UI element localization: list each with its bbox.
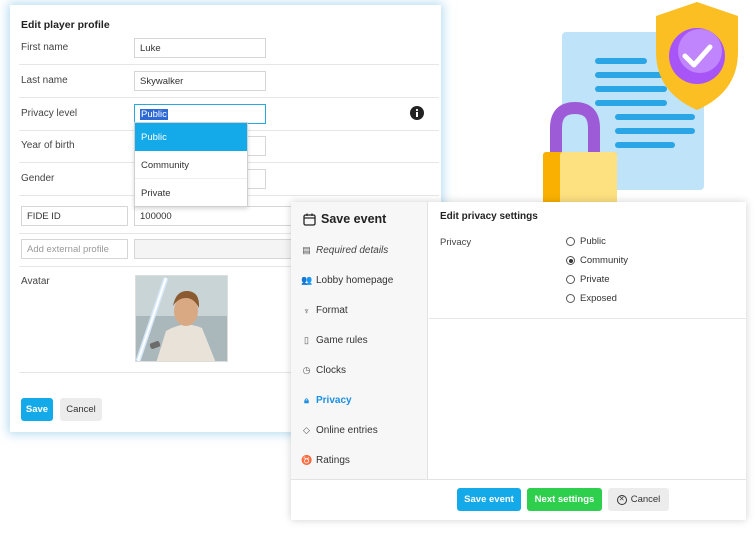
cancel-event-button[interactable]: ✕ Cancel (608, 488, 669, 511)
privacy-level-label: Privacy level (21, 108, 78, 119)
external-profile-url-input[interactable] (134, 239, 304, 259)
sidebar-item-format[interactable]: ♆ Format (301, 305, 348, 316)
radio-circle[interactable] (566, 237, 575, 246)
divider (19, 97, 439, 98)
clock-icon: ◷ (302, 365, 311, 375)
trophy-icon: ♆ (303, 305, 310, 316)
sidebar-item-lobby-homepage[interactable]: 👥 Lobby homepage (301, 275, 393, 286)
radio-exposed[interactable]: Exposed (566, 293, 617, 304)
event-sidebar-title: Save event (303, 212, 386, 226)
next-settings-button[interactable]: Next settings (527, 488, 602, 511)
info-icon[interactable] (410, 106, 424, 120)
external-profile-input[interactable]: Add external profile (21, 239, 128, 259)
fide-id-field[interactable]: FIDE ID (21, 206, 128, 226)
year-of-birth-label: Year of birth (21, 140, 75, 151)
sidebar-item-clocks[interactable]: ◷ Clocks (301, 365, 346, 376)
save-button[interactable]: Save (21, 398, 53, 421)
last-name-label: Last name (21, 75, 68, 86)
tag-icon: ◇ (303, 425, 310, 435)
lock-icon: 🔒︎ (304, 395, 309, 405)
radio-circle-selected[interactable] (566, 256, 575, 265)
radio-circle[interactable] (566, 294, 575, 303)
event-sidebar: Save event ▤ Required details 👥 Lobby home… (291, 202, 428, 479)
privacy-dropdown: Public Community Private (134, 122, 248, 207)
document-icon: ▯ (304, 335, 309, 345)
footer-divider (291, 479, 746, 480)
sidebar-item-ratings[interactable]: ♉ Ratings (301, 455, 350, 466)
event-title: Save event (321, 212, 387, 226)
privacy-illustration (543, 2, 738, 206)
divider (19, 64, 439, 65)
dropdown-option-private[interactable]: Private (135, 179, 247, 207)
radio-community[interactable]: Community (566, 255, 628, 266)
privacy-label: Privacy (440, 237, 472, 248)
first-name-input[interactable]: Luke (134, 38, 266, 58)
cancel-button[interactable]: Cancel (60, 398, 102, 421)
privacy-settings-title: Edit privacy settings (440, 211, 538, 222)
list-icon: ▤ (302, 245, 311, 255)
sidebar-item-privacy[interactable]: 🔒︎ Privacy (301, 395, 352, 406)
gender-label: Gender (21, 173, 55, 184)
calendar-icon (303, 213, 316, 226)
fide-id-input[interactable]: 100000 (134, 206, 304, 226)
radio-private[interactable]: Private (566, 274, 610, 285)
radio-circle[interactable] (566, 275, 575, 284)
profile-title: Edit player profile (21, 19, 110, 31)
save-event-button[interactable]: Save event (457, 488, 521, 511)
last-name-input[interactable]: Skywalker (134, 71, 266, 91)
privacy-level-select[interactable]: Public (134, 104, 266, 124)
first-name-label: First name (21, 42, 69, 53)
sidebar-item-game-rules[interactable]: ▯ Game rules (301, 335, 368, 346)
radio-public[interactable]: Public (566, 236, 606, 247)
sidebar-item-online-entries[interactable]: ◇ Online entries (301, 425, 378, 436)
sidebar-item-required-details[interactable]: ▤ Required details (301, 245, 388, 256)
avatar-image[interactable] (135, 275, 228, 362)
close-circle-icon: ✕ (616, 494, 627, 505)
privacy-selected-text: Public (140, 109, 168, 120)
users-icon: 👥 (301, 275, 313, 285)
dropdown-option-community[interactable]: Community (135, 151, 247, 179)
save-event-panel: Save event ▤ Required details 👥 Lobby home… (291, 202, 746, 520)
medal-icon: ♉ (301, 455, 313, 465)
dropdown-option-public[interactable]: Public (135, 123, 247, 151)
divider (429, 318, 746, 319)
avatar-label: Avatar (21, 276, 50, 287)
